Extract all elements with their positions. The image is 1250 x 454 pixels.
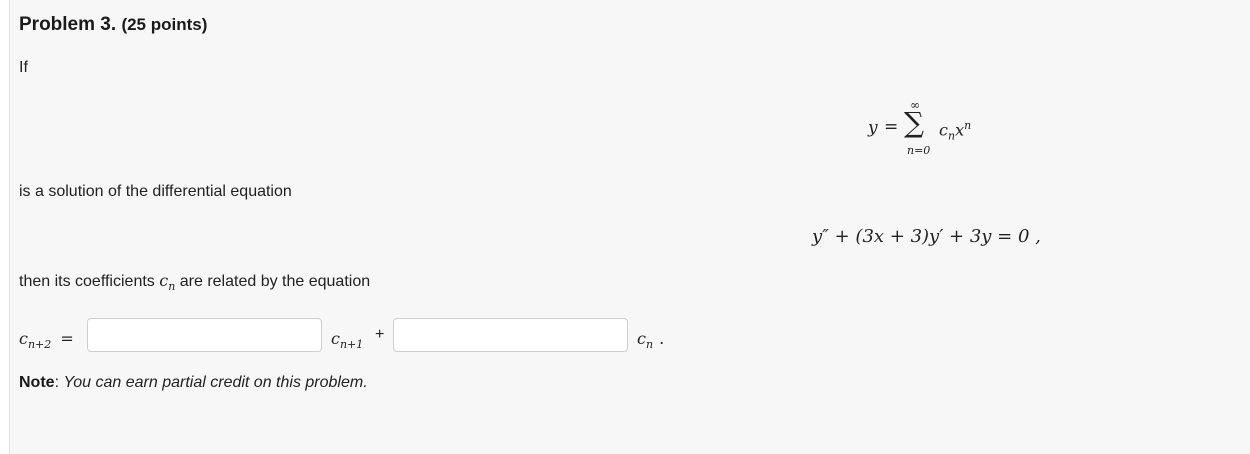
problem-points: (25 points) — [121, 15, 208, 34]
differential-equation: y″ + (3x + 3)y′ + 3y = 0 , — [812, 226, 1041, 247]
series-lower-limit: n=0 — [907, 144, 931, 157]
coefficients-text: then its coefficients cn are related by … — [19, 271, 371, 294]
note-body: You can earn partial credit on this prob… — [63, 374, 368, 391]
power-series-equation: y = ∞ ∑ n=0 cnxn — [868, 98, 1008, 162]
series-y: y — [868, 118, 878, 138]
coefficient-2-input[interactable] — [393, 318, 628, 352]
problem-title: Problem 3. (25 points) — [19, 14, 207, 36]
plus-sign: + — [375, 326, 385, 343]
series-term: cnxn — [939, 119, 972, 143]
term-c-n: cn. — [637, 329, 665, 352]
coefficient-1-input[interactable] — [87, 318, 322, 352]
term-c-n-plus-1: cn+1 — [331, 329, 364, 352]
if-text: If — [19, 59, 28, 76]
lhs-c-n-plus-2: cn+2 = — [19, 329, 74, 352]
series-equals: = — [884, 117, 899, 137]
coefficient-cn: cn — [159, 271, 176, 294]
sigma-symbol: ∑ — [904, 106, 924, 139]
solution-text: is a solution of the differential equati… — [19, 183, 292, 200]
note-label: Note — [19, 374, 55, 391]
note-text: Note: You can earn partial credit on thi… — [19, 374, 368, 391]
problem-number: Problem 3. — [19, 14, 117, 35]
